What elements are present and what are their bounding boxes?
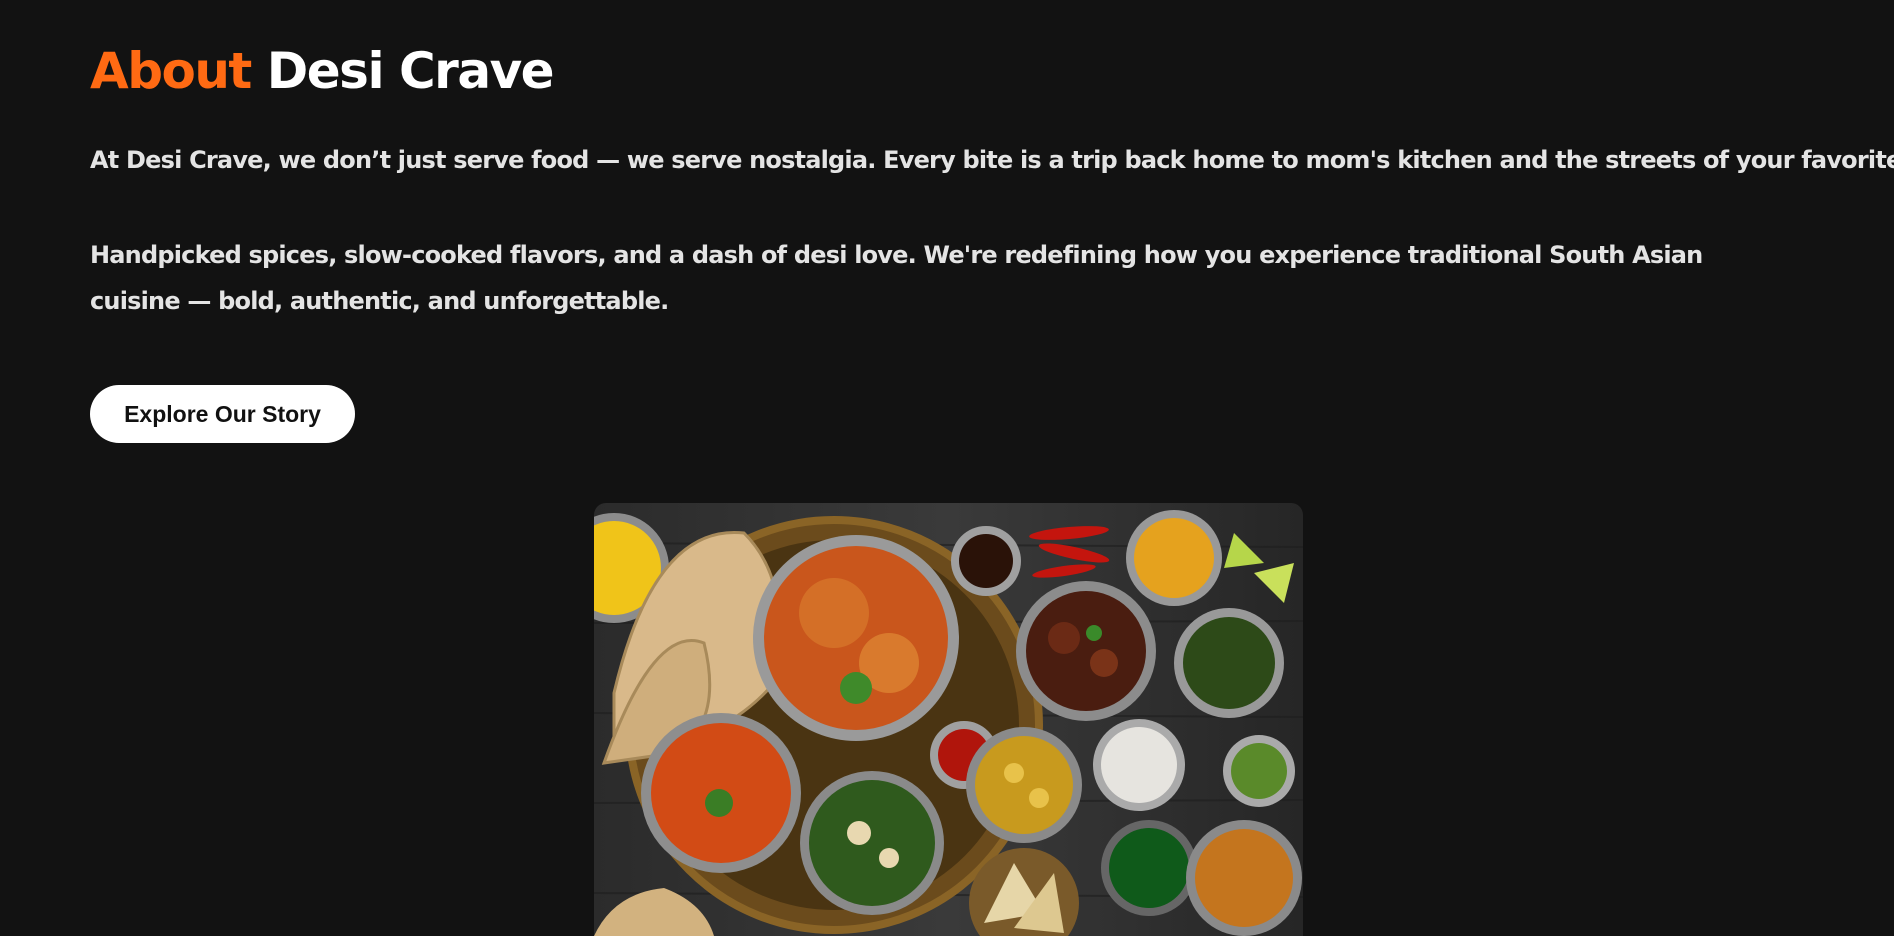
explore-story-button[interactable]: Explore Our Story xyxy=(90,385,355,443)
food-spread-image xyxy=(594,503,1303,936)
title-accent: About xyxy=(90,42,252,100)
title-brand: Desi Crave xyxy=(266,42,555,100)
section-title: About Desi Crave xyxy=(90,40,555,102)
intro-paragraph: At Desi Crave, we don’t just serve food … xyxy=(90,146,1894,174)
food-spread-illustration xyxy=(594,503,1303,936)
description-paragraph: Handpicked spices, slow-cooked flavors, … xyxy=(90,241,1703,315)
